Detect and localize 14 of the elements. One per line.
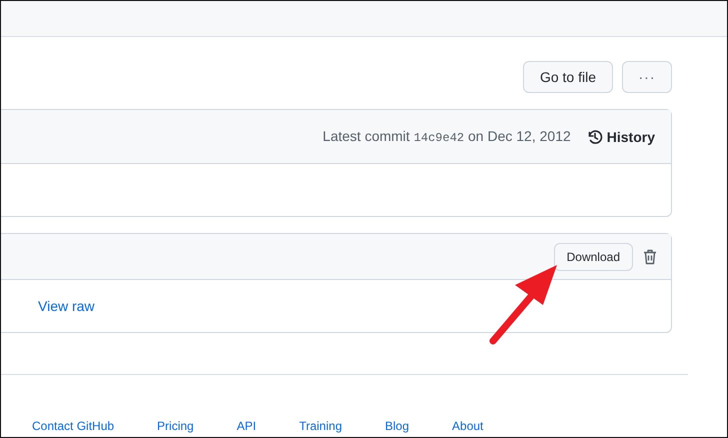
- footer-link[interactable]: API: [236, 419, 256, 433]
- history-link[interactable]: History: [586, 128, 655, 144]
- download-button[interactable]: Download: [554, 242, 633, 270]
- latest-commit-text: Latest commit 14c9e42 on Dec 12, 2012: [322, 128, 571, 145]
- footer-link[interactable]: Training: [299, 419, 342, 433]
- footer-link[interactable]: Pricing: [157, 419, 194, 433]
- more-button[interactable]: ···: [622, 61, 672, 93]
- footer-link[interactable]: Blog: [385, 419, 410, 433]
- footer-link[interactable]: About: [452, 419, 484, 433]
- trash-icon[interactable]: [643, 248, 657, 264]
- view-raw-link[interactable]: View raw: [38, 298, 95, 314]
- history-icon: [586, 128, 603, 144]
- go-to-file-button[interactable]: Go to file: [522, 61, 613, 93]
- footer-link[interactable]: Contact GitHub: [32, 419, 114, 433]
